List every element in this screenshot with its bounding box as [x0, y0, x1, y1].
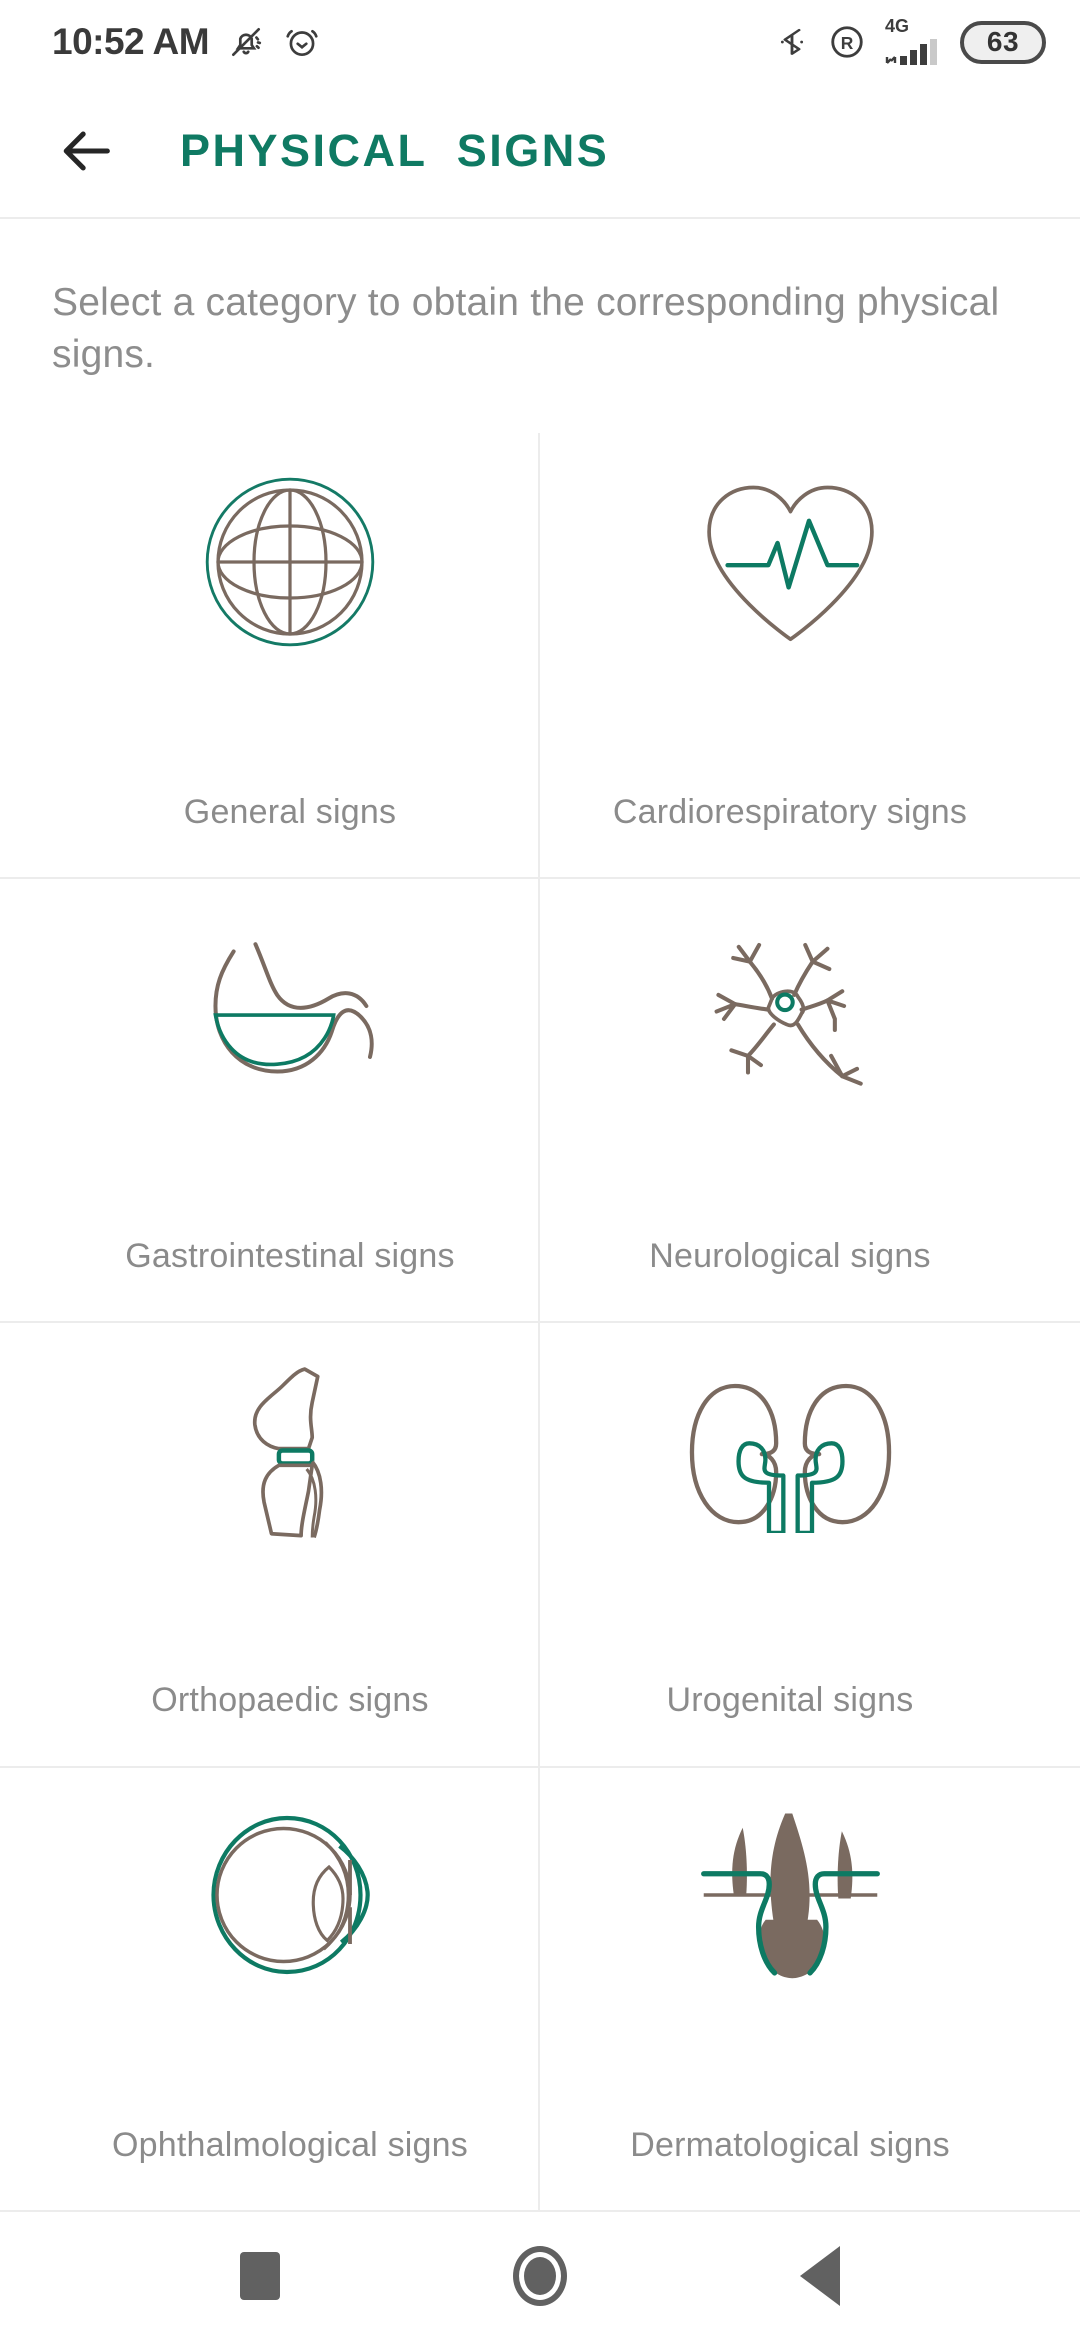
neuron-icon: [698, 911, 883, 1101]
bell-muted-icon: [227, 23, 265, 61]
status-bar-clock: 10:52 AM: [52, 21, 210, 62]
category-item-general-signs[interactable]: General signs: [40, 432, 540, 878]
category-label: Ophthalmological signs: [112, 2125, 468, 2164]
category-item-urogenital-signs[interactable]: Urogenital signs: [540, 1321, 1080, 1765]
status-bar-right: R 4G 63: [775, 17, 1046, 67]
category-label: Orthopaedic signs: [151, 1681, 429, 1720]
home-button[interactable]: [492, 2228, 588, 2324]
kidneys-icon: [683, 1355, 898, 1545]
category-label: Cardiorespiratory signs: [612, 792, 968, 831]
category-label: Neurological signs: [649, 1236, 931, 1275]
system-back-button[interactable]: [772, 2228, 868, 2324]
category-item-orthopaedic-signs[interactable]: Orthopaedic signs: [0, 1321, 540, 1766]
back-button[interactable]: [52, 115, 124, 187]
category-item-cardiorespiratory-signs[interactable]: Cardiorespiratory signs: [540, 433, 1040, 877]
status-bar: 10:52 AM R 4G 63: [0, 0, 1080, 84]
heart-ecg-icon: [698, 467, 883, 657]
category-grid: General signs Cardiorespiratory signs Ga…: [0, 432, 1080, 2211]
stomach-icon: [190, 911, 390, 1101]
arrow-left-icon: [63, 131, 110, 170]
category-label: Urogenital signs: [666, 1681, 914, 1720]
knee-joint-icon: [230, 1355, 350, 1545]
status-bar-left: 10:52 AM: [52, 21, 321, 63]
battery-icon: 63: [960, 20, 1046, 64]
network-type-label: 4G: [885, 16, 910, 36]
eye-icon: [203, 1800, 378, 1990]
android-navigation-bar: [0, 2210, 1080, 2340]
signal-bars-icon: 4G: [885, 17, 941, 67]
category-item-dermatological-signs[interactable]: Dermatological signs: [540, 1765, 1080, 2210]
category-item-neurological-signs[interactable]: Neurological signs: [540, 877, 1080, 1321]
svg-text:R: R: [841, 33, 854, 53]
phone-screen: 10:52 AM R 4G 63 PHYSICAL SIGNS Select a…: [0, 0, 1080, 2340]
hair-follicle-icon: [693, 1800, 888, 1990]
back-triangle-icon: [800, 2246, 840, 2306]
home-circle-icon: [513, 2246, 567, 2306]
category-label: General signs: [183, 792, 397, 831]
app-bar: PHYSICAL SIGNS: [0, 84, 1080, 219]
category-item-ophthalmological-signs[interactable]: Ophthalmological signs: [0, 1765, 540, 2211]
category-label: Dermatological signs: [630, 2125, 950, 2164]
bluetooth-icon: [775, 25, 809, 59]
recents-square-icon: [240, 2252, 280, 2300]
battery-level-label: 63: [986, 26, 1020, 57]
page-subtitle: Select a category to obtain the correspo…: [52, 281, 1000, 376]
category-item-gastrointestinal-signs[interactable]: Gastrointestinal signs: [0, 877, 540, 1322]
alarm-clock-icon: [283, 23, 321, 61]
page-title: PHYSICAL SIGNS: [180, 124, 610, 176]
roaming-icon: R: [828, 23, 866, 61]
globe-icon: [200, 467, 380, 657]
recents-button[interactable]: [212, 2228, 308, 2324]
category-label: Gastrointestinal signs: [125, 1236, 455, 1275]
